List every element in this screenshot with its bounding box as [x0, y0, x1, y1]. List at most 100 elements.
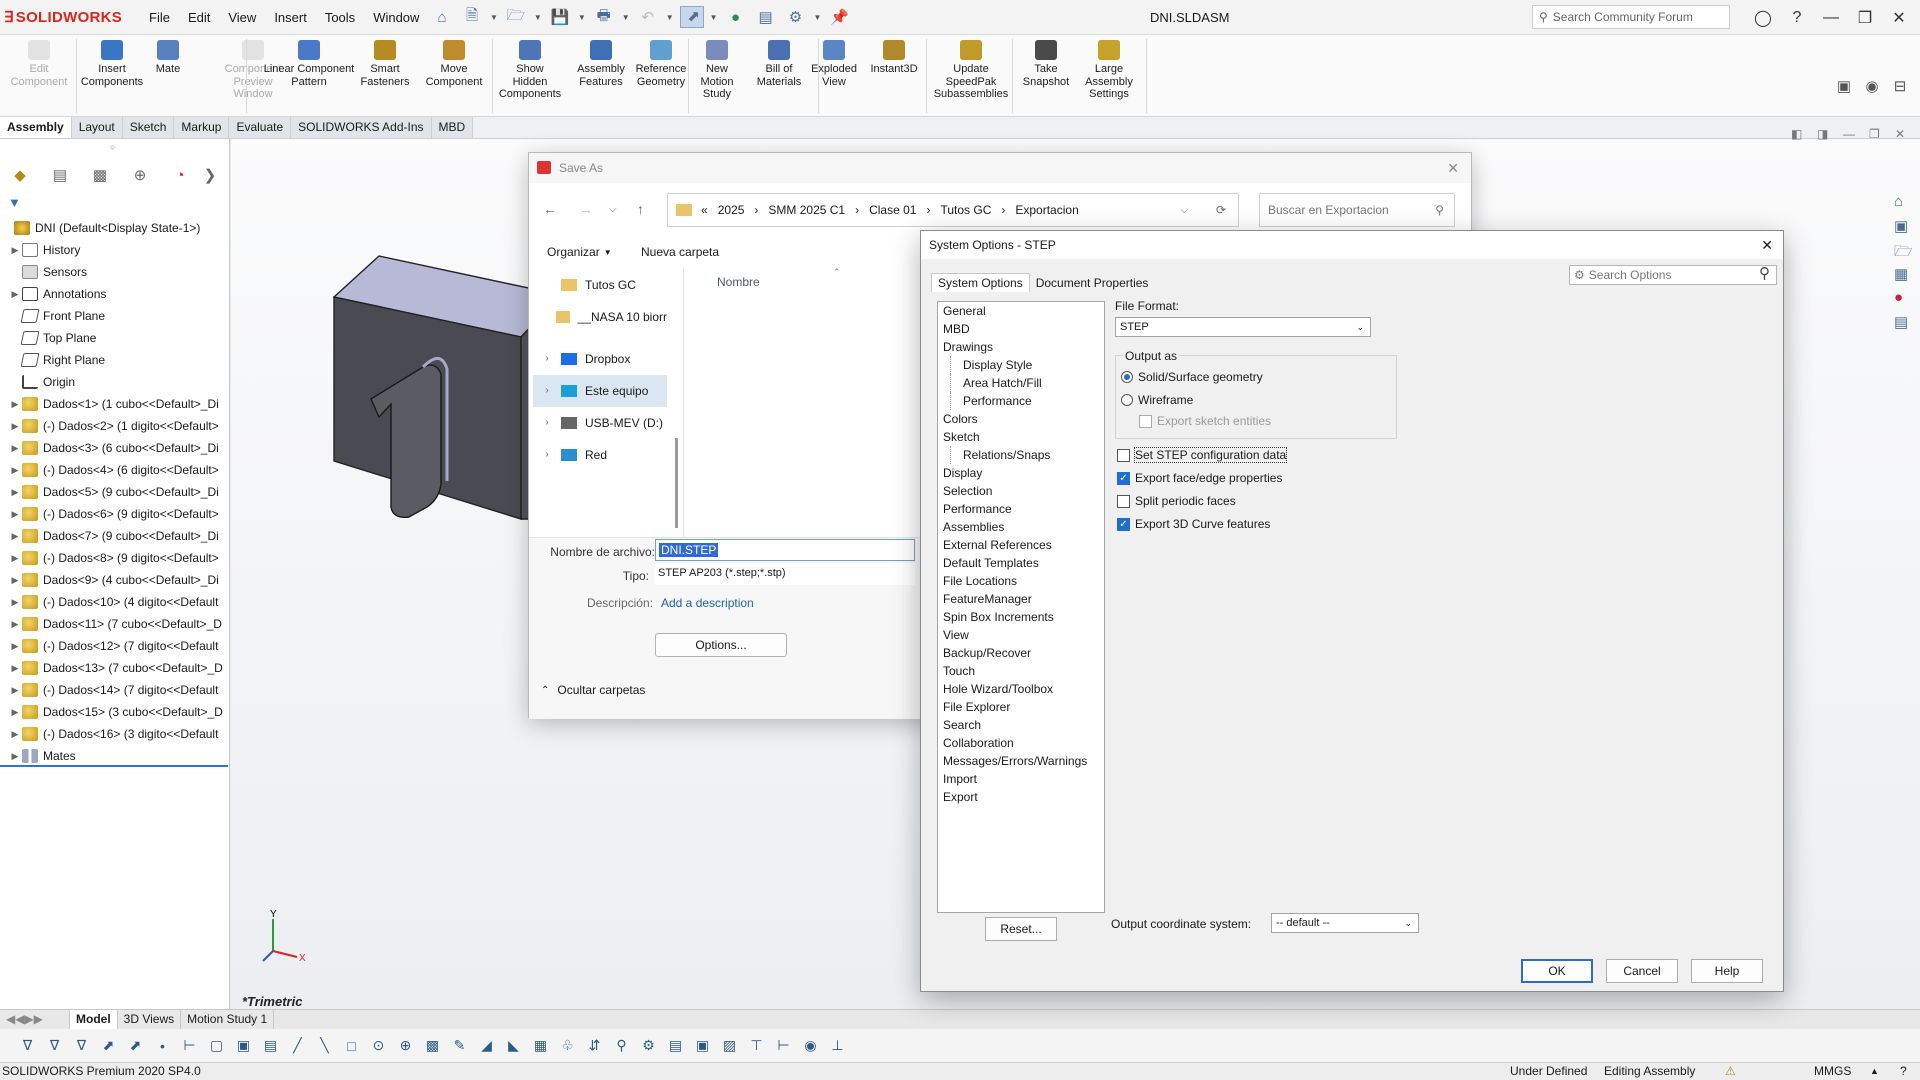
pin-tool-icon[interactable]: ⊥	[824, 1037, 851, 1054]
tree-item[interactable]: ▶ (-) Dados<2> (1 digito<<Default>	[0, 415, 230, 437]
chamfer-tool-icon[interactable]: ◣	[500, 1037, 527, 1054]
dimxpert-icon[interactable]: ⊕	[120, 166, 160, 184]
cmd-new-motion-study[interactable]: New Motion Study	[694, 40, 740, 101]
checkbox-split-periodic-faces[interactable]: Split periodic faces	[1117, 491, 1286, 511]
cmd-mate[interactable]: Mate	[152, 40, 184, 76]
category-view[interactable]: View	[938, 626, 1104, 644]
tree-item[interactable]: ▶ History	[0, 239, 230, 261]
chevron-right-icon[interactable]: ›	[533, 343, 561, 375]
expand-arrow-icon[interactable]: ▶	[8, 393, 22, 415]
file-type-select[interactable]: STEP AP203 (*.step;*.stp)	[655, 563, 915, 585]
category-collaboration[interactable]: Collaboration	[938, 734, 1104, 752]
sketch-tool-icon[interactable]: ♧	[554, 1037, 581, 1054]
fillet-tool-icon[interactable]: ◢	[473, 1037, 500, 1054]
save-icon[interactable]: 💾	[548, 6, 572, 28]
category-assemblies[interactable]: Assemblies	[938, 518, 1104, 536]
tree-item[interactable]: ▶ (-) Dados<16> (3 digito<<Default	[0, 723, 230, 745]
checkbox-export-face-edge-properties[interactable]: ✓ Export face/edge properties	[1117, 468, 1286, 488]
category-search[interactable]: Search	[938, 716, 1104, 734]
help-button[interactable]: Help	[1691, 959, 1763, 983]
box-tool-icon[interactable]: □	[338, 1038, 365, 1054]
configuration-manager-icon[interactable]: ▩	[80, 166, 120, 184]
nav-item[interactable]: › USB-MEV (D:)	[533, 407, 667, 439]
expand-arrow-icon[interactable]: ▶	[8, 723, 22, 745]
tree-item[interactable]: ▶ Dados<15> (3 cubo<<Default>_D	[0, 701, 230, 723]
expand-arrow-icon[interactable]: ▶	[8, 591, 22, 613]
breadcrumb-item[interactable]: SMM 2025 C1	[768, 203, 845, 217]
property-manager-icon[interactable]: ▤	[40, 166, 80, 184]
category-performance[interactable]: Performance	[938, 500, 1104, 518]
nav-item[interactable]: Tutos GC	[533, 269, 667, 301]
category-performance[interactable]: Performance	[950, 392, 1104, 410]
camera-icon[interactable]: ▣	[1830, 77, 1858, 99]
expand-arrow-icon[interactable]: ▶	[8, 613, 22, 635]
cube-tool-icon[interactable]: ▣	[230, 1037, 257, 1054]
nav-item[interactable]: › Red	[533, 439, 667, 471]
chevron-right-icon[interactable]: ❯	[200, 166, 220, 184]
tree-root[interactable]: DNI (Default<Display State-1>)	[0, 217, 230, 239]
line-tool-icon[interactable]: ╲	[311, 1037, 338, 1054]
chevron-down-icon[interactable]: ⌵	[1180, 205, 1188, 216]
chevron-right-icon[interactable]: ›	[533, 375, 561, 407]
tree-item[interactable]: ▶ (-) Dados<8> (9 digito<<Default>	[0, 547, 230, 569]
tree-item[interactable]: Front Plane	[0, 305, 230, 327]
category-file-explorer[interactable]: File Explorer	[938, 698, 1104, 716]
tab-evaluate[interactable]: Evaluate	[229, 117, 292, 138]
file-explorer-icon[interactable]: 🗁	[1894, 241, 1918, 265]
filter-tool-icon[interactable]: ∇	[68, 1037, 95, 1054]
chevron-down-icon[interactable]: ▼	[814, 13, 822, 22]
custom-properties-icon[interactable]: ▤	[1894, 313, 1918, 337]
cancel-button[interactable]: Cancel	[1606, 959, 1678, 983]
gear-tool-icon[interactable]: ⚙	[635, 1037, 662, 1054]
menu-item-file[interactable]: File	[140, 0, 179, 35]
image-tool-icon[interactable]: ▨	[716, 1037, 743, 1054]
reset-button[interactable]: Reset...	[985, 917, 1057, 941]
box-tool-icon[interactable]: ▣	[689, 1037, 716, 1054]
select-tool-icon[interactable]: ⬈	[95, 1037, 122, 1054]
category-file-locations[interactable]: File Locations	[938, 572, 1104, 590]
refresh-icon[interactable]: ⟳	[1216, 203, 1226, 217]
breadcrumb-overflow[interactable]: «	[701, 203, 708, 217]
category-backup-recover[interactable]: Backup/Recover	[938, 644, 1104, 662]
tab-document-properties[interactable]: Document Properties	[1030, 274, 1155, 292]
tree-item[interactable]: ▶ Dados<5> (9 cubo<<Default>_Di	[0, 481, 230, 503]
category-display[interactable]: Display	[938, 464, 1104, 482]
category-sketch[interactable]: Sketch	[938, 428, 1104, 446]
tree-item[interactable]: ▶ (-) Dados<6> (9 digito<<Default>	[0, 503, 230, 525]
expand-arrow-icon[interactable]: ▶	[8, 459, 22, 481]
menu-item-edit[interactable]: Edit	[179, 0, 219, 35]
restore-icon[interactable]: ❐	[1848, 8, 1882, 28]
ok-button[interactable]: OK	[1521, 959, 1593, 983]
category-area-hatch-fill[interactable]: Area Hatch/Fill	[950, 374, 1104, 392]
folder-search-input[interactable]: Buscar en Exportacion ⚲	[1259, 193, 1455, 227]
options-gear-icon[interactable]: ⚙	[784, 6, 808, 28]
tree-item[interactable]: Top Plane	[0, 327, 230, 349]
tree-item[interactable]: ▶ (-) Dados<4> (6 digito<<Default>	[0, 459, 230, 481]
category-default-templates[interactable]: Default Templates	[938, 554, 1104, 572]
panel-grip-icon[interactable]: ○	[110, 142, 115, 152]
menu-item-view[interactable]: View	[219, 0, 265, 35]
cmd-large-assembly-settings[interactable]: Large Assembly Settings	[1077, 40, 1141, 101]
print-icon[interactable]: 🖶	[592, 6, 616, 28]
expand-arrow-icon[interactable]: ▶	[8, 679, 22, 701]
measure-tool-icon[interactable]: ⚲	[608, 1037, 635, 1054]
breadcrumb-item[interactable]: 2025	[718, 203, 745, 217]
open-folder-icon[interactable]: 🗁	[504, 6, 528, 28]
cmd-update-speedpak-subassemblies[interactable]: Update SpeedPak Subassemblies	[930, 40, 1012, 101]
tab-system-options[interactable]: System Options	[931, 273, 1030, 292]
line-tool-icon[interactable]: ╱	[284, 1037, 311, 1054]
expand-arrow-icon[interactable]: ▶	[8, 569, 22, 591]
tree-item[interactable]: ▶ Annotations	[0, 283, 230, 305]
close-icon[interactable]: ✕	[1882, 8, 1916, 28]
expand-arrow-icon[interactable]: ▶	[8, 283, 22, 305]
new-doc-icon[interactable]: 🗎	[460, 6, 484, 28]
recent-chevron-icon[interactable]: ⌵	[609, 204, 637, 215]
tab-layout[interactable]: Layout	[71, 117, 123, 138]
tree-item[interactable]: Sensors	[0, 261, 230, 283]
cmd-instant3d[interactable]: Instant3D	[866, 40, 922, 76]
file-properties-icon[interactable]: ▤	[754, 6, 778, 28]
filter-icon[interactable]: ▼	[8, 195, 21, 210]
tab-model[interactable]: Model	[70, 1010, 118, 1029]
cmd-edit-component[interactable]: Edit Component	[8, 40, 70, 88]
tree-item[interactable]: Right Plane	[0, 349, 230, 371]
